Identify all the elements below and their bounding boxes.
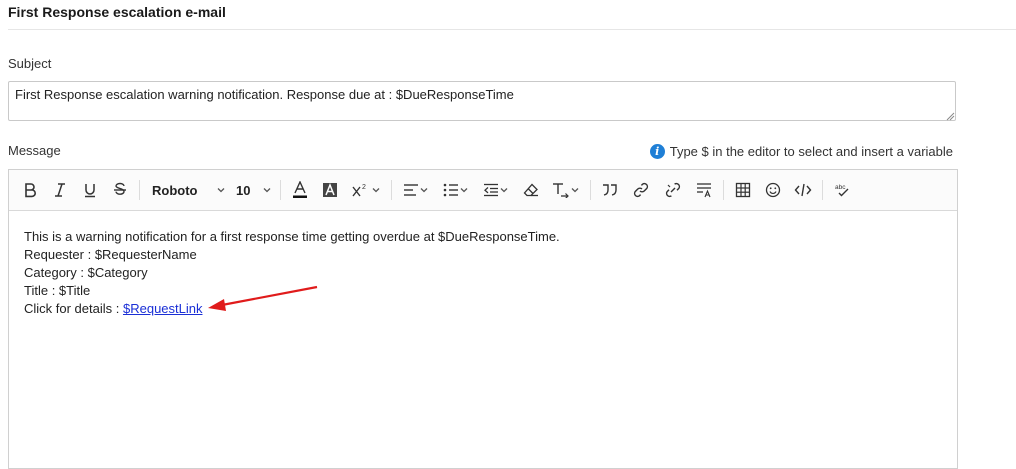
chevron-down-icon [500,188,508,193]
italic-icon[interactable] [45,176,75,204]
chevron-down-icon [571,188,579,193]
indent-icon[interactable] [476,176,516,204]
font-family-select[interactable]: Roboto [144,176,232,204]
highlight-icon[interactable] [315,176,345,204]
font-family-value: Roboto [152,182,198,198]
toolbar-separator [822,180,823,200]
variable-hint-text: Type $ in the editor to select and inser… [669,144,953,159]
svg-text:abc: abc [835,184,846,191]
body-line-3: Category : $Category [24,265,148,280]
clear-format-icon[interactable] [516,176,546,204]
request-link[interactable]: $RequestLink [123,301,203,316]
toolbar-separator [590,180,591,200]
toolbar-separator [723,180,724,200]
editor-toolbar: Roboto 10 2 abc [9,170,957,211]
subject-label: Subject [8,56,52,71]
unlink-icon[interactable] [657,176,689,204]
chevron-down-icon [420,188,428,193]
body-line-2: Requester : $RequesterName [24,247,197,262]
bold-icon[interactable] [15,176,45,204]
font-size-select[interactable]: 10 [232,176,276,204]
quote-icon[interactable] [595,176,625,204]
resize-grip-icon[interactable] [945,111,955,121]
toolbar-separator [280,180,281,200]
subject-input[interactable]: First Response escalation warning notifi… [8,81,956,121]
chevron-down-icon [263,188,271,193]
chevron-down-icon [460,188,468,193]
line-height-icon[interactable] [689,176,719,204]
variable-hint: i Type $ in the editor to select and ins… [649,144,953,159]
font-size-value: 10 [236,182,251,198]
superscript-icon[interactable]: 2 [345,176,387,204]
body-line-5: Click for details : $RequestLink [24,300,942,318]
underline-icon[interactable] [75,176,105,204]
table-icon[interactable] [728,176,758,204]
toolbar-separator [139,180,140,200]
text-transform-icon[interactable] [546,176,586,204]
toolbar-separator [391,180,392,200]
divider [8,29,1016,30]
message-body[interactable]: This is a warning notification for a fir… [9,211,957,335]
align-icon[interactable] [396,176,436,204]
spellcheck-icon[interactable]: abc [827,176,857,204]
code-icon[interactable] [788,176,818,204]
info-icon: i [649,144,665,159]
link-icon[interactable] [625,176,657,204]
chevron-down-icon [372,188,380,193]
emoji-icon[interactable] [758,176,788,204]
svg-text:2: 2 [362,184,366,191]
bullet-list-icon[interactable] [436,176,476,204]
strikethrough-icon[interactable] [105,176,135,204]
message-label: Message [8,143,61,158]
body-line-4: Title : $Title [24,283,91,298]
font-color-icon[interactable] [285,176,315,204]
body-line-1: This is a warning notification for a fir… [24,229,560,244]
message-editor: Roboto 10 2 abc This is a warning notifi… [8,169,958,469]
chevron-down-icon [217,188,225,193]
details-prefix: Click for details : [24,301,123,316]
section-title: First Response escalation e-mail [8,4,226,20]
